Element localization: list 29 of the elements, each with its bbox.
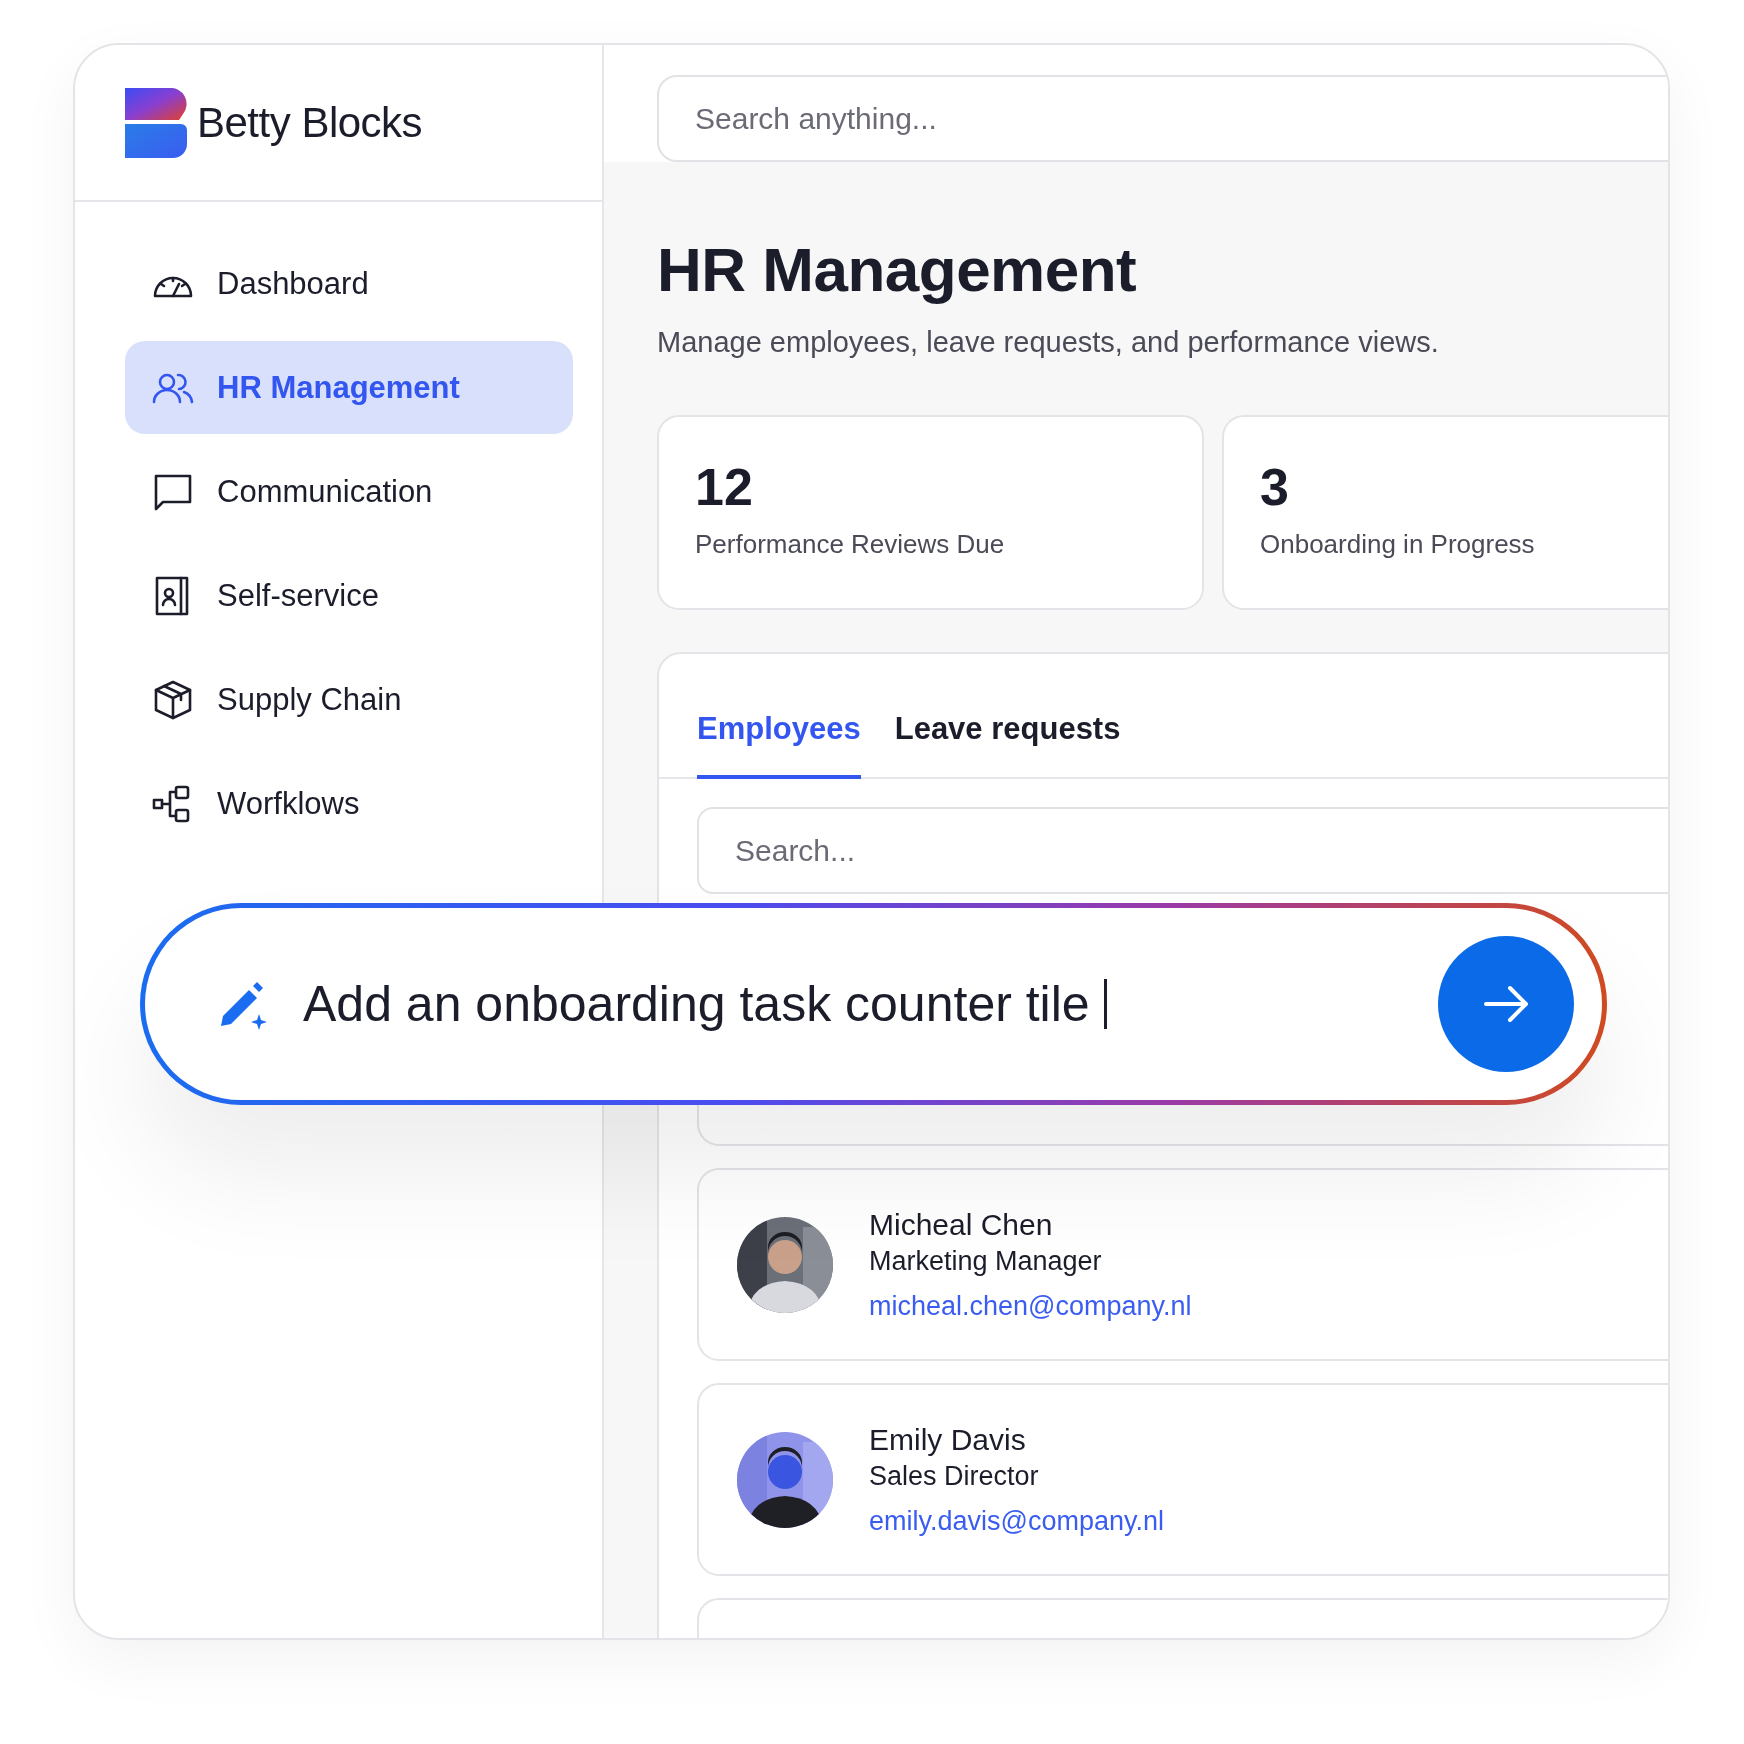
page-title: HR Management: [657, 234, 1138, 306]
prompt-text: Add an onboarding task counter tile: [303, 975, 1090, 1033]
stat-label: Performance Reviews Due: [695, 528, 1006, 560]
text-cursor: [1103, 979, 1107, 1029]
tab[interactable]: Leave requests: [894, 711, 1121, 780]
search-field[interactable]: Search anything...: [657, 75, 1668, 162]
employee-card[interactable]: Micheal Chen Marketing Manager micheal.chen@company.nl: [697, 1168, 1668, 1362]
logo-icon: [125, 87, 187, 158]
employee-role: Sales Director: [869, 1460, 1040, 1492]
email-link[interactable]: emily.davis@company.nl: [869, 1505, 1164, 1537]
sidebar-item[interactable]: Supply Chain: [125, 653, 573, 746]
page-subtitle: Manage employees, leave requests, and performance views.: [657, 326, 1440, 360]
email-link[interactable]: micheal.chen@company.nl: [869, 1290, 1192, 1322]
employee-role: Marketing Manager: [869, 1245, 1103, 1277]
employee-name: Micheal Chen: [869, 1207, 1054, 1242]
search-field[interactable]: Search...: [697, 807, 1668, 895]
tab[interactable]: Employees: [697, 711, 861, 780]
stat-value: 12: [695, 459, 754, 517]
sidebar-item[interactable]: Communication: [125, 445, 573, 538]
stat-value: 3: [1260, 459, 1290, 517]
stat-label: Onboarding in Progress: [1260, 528, 1536, 560]
arrow-right-icon: [1482, 984, 1530, 1024]
employee-name: Emily Davis: [869, 1422, 1027, 1457]
brand-name: Betty Blocks: [197, 98, 423, 147]
sidebar-item[interactable]: Worfklows: [125, 757, 573, 850]
sidebar-item[interactable]: HR Management: [125, 341, 573, 434]
employee-card[interactable]: Emily Davis Sales Director emily.davis@company.nl: [697, 1383, 1668, 1577]
sidebar-item[interactable]: Dashboard: [125, 237, 573, 330]
sidebar-item[interactable]: Self-service: [125, 549, 573, 642]
